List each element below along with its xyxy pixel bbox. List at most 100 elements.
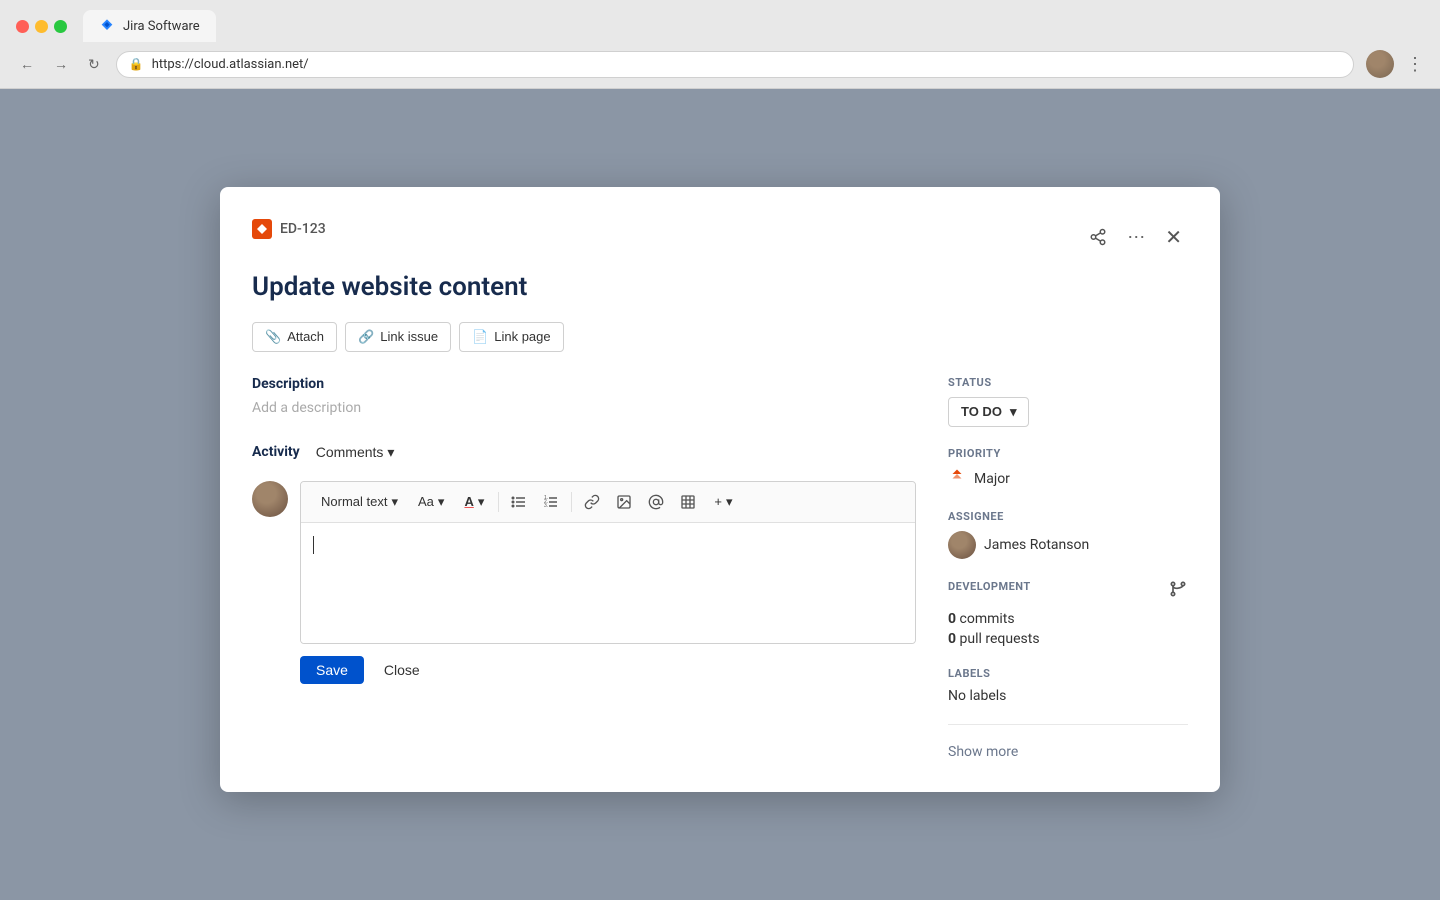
labels-section: LABELS No labels xyxy=(948,667,1188,704)
browser-tab[interactable]: Jira Software xyxy=(83,10,216,42)
link-issue-label: Link issue xyxy=(380,329,438,344)
minimize-traffic-light[interactable] xyxy=(35,20,48,33)
editor-content-area[interactable] xyxy=(301,523,915,643)
link-button[interactable] xyxy=(578,490,606,514)
url-text: https://cloud.atlassian.net/ xyxy=(152,57,309,72)
issue-title: Update website content xyxy=(252,272,1188,302)
modal-header-left: ED-123 xyxy=(252,219,1083,247)
cursor xyxy=(313,536,314,554)
tab-title: Jira Software xyxy=(123,19,200,34)
fullscreen-traffic-light[interactable] xyxy=(54,20,67,33)
action-buttons: 📎 Attach 🔗 Link issue 📄 Link page xyxy=(252,322,1188,352)
activity-label: Activity xyxy=(252,444,300,460)
assignee-avatar xyxy=(948,531,976,559)
description-label: Description xyxy=(252,376,916,392)
development-header: DEVELOPMENT xyxy=(948,579,1188,603)
description-placeholder[interactable]: Add a description xyxy=(252,400,916,416)
close-modal-button[interactable]: ✕ xyxy=(1159,219,1188,256)
link-page-label: Link page xyxy=(494,329,550,344)
font-size-label: Aa xyxy=(418,494,434,509)
table-button[interactable] xyxy=(674,490,702,514)
more-toolbar-button[interactable]: + ▾ xyxy=(706,490,740,514)
font-size-chevron: ▾ xyxy=(438,494,445,510)
status-value: TO DO xyxy=(961,404,1002,419)
modal-right: STATUS TO DO ▾ PRIORITY Major xyxy=(948,376,1188,760)
attach-label: Attach xyxy=(287,329,324,344)
pull-requests-count: 0 xyxy=(948,631,956,647)
modal-header: ED-123 ⋯ ✕ xyxy=(252,219,1188,256)
lock-icon: 🔒 xyxy=(129,57,144,71)
priority-icon xyxy=(948,468,966,490)
link-page-button[interactable]: 📄 Link page xyxy=(459,322,564,352)
attach-icon: 📎 xyxy=(265,329,281,345)
priority-label: PRIORITY xyxy=(948,447,1188,460)
address-bar[interactable]: 🔒 https://cloud.atlassian.net/ xyxy=(116,51,1354,78)
modal-body: Description Add a description Activity C… xyxy=(252,376,1188,760)
bullet-list-button[interactable] xyxy=(505,490,533,514)
activity-header: Activity Comments ▾ xyxy=(252,440,916,465)
link-issue-button[interactable]: 🔗 Link issue xyxy=(345,322,451,352)
more-toolbar-chevron: ▾ xyxy=(726,494,733,510)
text-color-dropdown[interactable]: A ▾ xyxy=(456,490,492,514)
text-style-label: Normal text xyxy=(321,494,387,509)
development-label: DEVELOPMENT xyxy=(948,580,1031,593)
labels-value: No labels xyxy=(948,688,1188,704)
browser-chrome: Jira Software ← → ↻ 🔒 https://cloud.atla… xyxy=(0,0,1440,89)
comments-label: Comments xyxy=(316,444,384,460)
numbered-list-button[interactable]: 1. 2. 3. xyxy=(537,490,565,514)
share-button[interactable] xyxy=(1083,222,1113,252)
issue-ref: ED-123 xyxy=(252,219,1083,239)
mention-button[interactable] xyxy=(642,490,670,514)
save-button[interactable]: Save xyxy=(300,656,364,684)
link-icon: 🔗 xyxy=(358,329,374,345)
comment-area: Normal text ▾ Aa ▾ A ▾ xyxy=(252,481,916,644)
development-section: DEVELOPMENT 0 commits xyxy=(948,579,1188,647)
text-style-dropdown[interactable]: Normal text ▾ xyxy=(313,490,406,514)
image-button[interactable] xyxy=(610,490,638,514)
svg-text:3.: 3. xyxy=(544,503,548,509)
user-avatar xyxy=(252,481,288,517)
priority-section: PRIORITY Major xyxy=(948,447,1188,490)
close-editor-button[interactable]: Close xyxy=(372,656,432,684)
assignee-section: ASSIGNEE James Rotanson xyxy=(948,510,1188,559)
attach-button[interactable]: 📎 Attach xyxy=(252,322,337,352)
status-label: STATUS xyxy=(948,376,1188,389)
issue-modal: ED-123 ⋯ ✕ Update website content 📎 Atta… xyxy=(220,187,1220,792)
text-color-icon: A xyxy=(464,494,473,509)
jira-icon xyxy=(99,18,115,34)
comment-editor[interactable]: Normal text ▾ Aa ▾ A ▾ xyxy=(300,481,916,644)
assignee-row: James Rotanson xyxy=(948,531,1188,559)
comments-dropdown[interactable]: Comments ▾ xyxy=(308,440,403,465)
modal-actions: ⋯ ✕ xyxy=(1083,219,1188,256)
commits-label: commits xyxy=(960,611,1015,627)
dropdown-chevron-icon: ▾ xyxy=(387,444,394,461)
commits-count: 0 xyxy=(948,611,956,627)
back-button[interactable]: ← xyxy=(16,52,38,76)
traffic-lights xyxy=(16,20,67,33)
text-style-chevron: ▾ xyxy=(391,494,398,510)
toolbar-divider-2 xyxy=(571,492,572,512)
pull-requests-stat: 0 pull requests xyxy=(948,631,1188,647)
labels-label: LABELS xyxy=(948,667,1188,680)
divider xyxy=(948,724,1188,725)
more-toolbar-icon: + xyxy=(714,494,722,509)
show-more-link[interactable]: Show more xyxy=(948,744,1018,760)
pull-requests-label: pull requests xyxy=(960,631,1040,647)
priority-value: Major xyxy=(974,471,1010,487)
editor-actions: Save Close xyxy=(300,656,916,684)
more-options-button[interactable]: ⋮ xyxy=(1406,54,1424,75)
font-size-dropdown[interactable]: Aa ▾ xyxy=(410,490,452,514)
modal-left: Description Add a description Activity C… xyxy=(252,376,916,760)
reload-button[interactable]: ↻ xyxy=(84,52,104,77)
create-branch-icon[interactable] xyxy=(1168,579,1188,603)
priority-row: Major xyxy=(948,468,1188,490)
close-traffic-light[interactable] xyxy=(16,20,29,33)
color-chevron: ▾ xyxy=(478,494,485,510)
forward-button[interactable]: → xyxy=(50,52,72,76)
more-actions-button[interactable]: ⋯ xyxy=(1121,221,1151,254)
issue-id: ED-123 xyxy=(280,221,326,237)
page-icon: 📄 xyxy=(472,329,488,345)
profile-button[interactable] xyxy=(1366,50,1394,78)
status-dropdown[interactable]: TO DO ▾ xyxy=(948,397,1029,427)
assignee-name: James Rotanson xyxy=(984,537,1089,553)
